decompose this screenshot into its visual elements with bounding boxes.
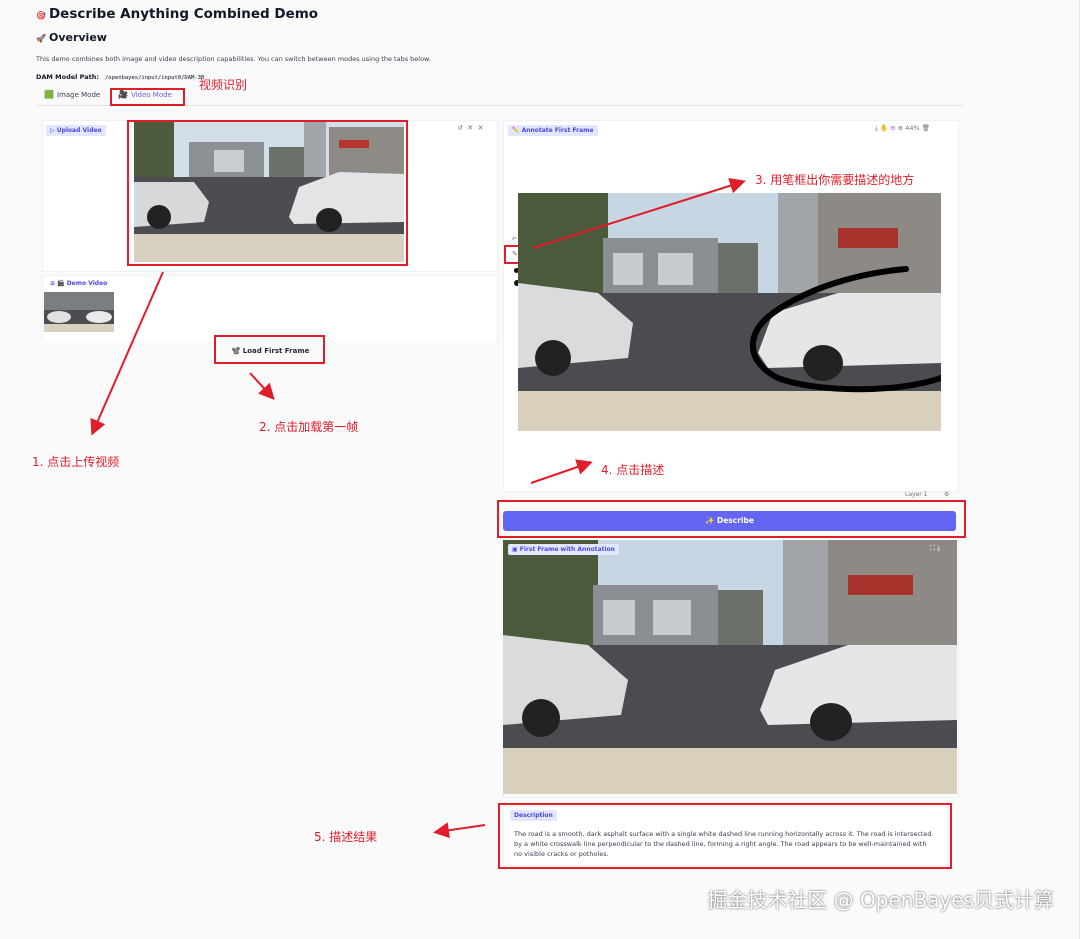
result-image [503, 540, 957, 794]
model-path: DAM Model Path:/openbayes/input/input0/D… [36, 73, 207, 81]
arrow-step2 [249, 372, 275, 400]
annotation-video-recognition: 视频识别 [199, 78, 248, 92]
annotation-step5: 5. 描述结果 [314, 830, 378, 844]
result-tools: ⛶ ⤓ [930, 544, 940, 553]
annotation-canvas[interactable] [518, 193, 941, 431]
layer-settings-icon[interactable]: ⚙ [944, 491, 949, 498]
describe-highlight [497, 500, 966, 538]
zoom-out-icon[interactable]: ⊖ [890, 124, 895, 132]
annotate-toolbar: ⤓ ✋ ⊖ ⊕ 44% 🗑 [875, 124, 930, 133]
demo-video-thumbnail[interactable] [44, 292, 114, 332]
zoom-level: 44% [905, 124, 920, 132]
video-mode-highlight [110, 88, 185, 106]
rocket-icon: 🚀 [36, 34, 46, 43]
upload-highlight [127, 120, 408, 266]
video-panel-tools: ↺ ✕ ✕ [457, 124, 484, 132]
image-icon: 🟩 [44, 90, 54, 99]
arrow-step5 [433, 822, 486, 839]
undo-tool-icon[interactable]: ↶ [512, 236, 517, 243]
close-icon[interactable]: ✕ [467, 124, 473, 132]
watermark: 掘金技术社区 @ OpenBayes贝式计算 [707, 888, 1054, 912]
page-title: 🎯 Describe Anything Combined Demo [36, 6, 319, 22]
annotate-label: ✏️ Annotate First Frame [508, 125, 598, 136]
overview-heading: 🚀 Overview [36, 31, 107, 44]
target-icon: 🎯 [36, 11, 46, 20]
layer-indicator[interactable]: Layer 1 [905, 491, 927, 498]
annotation-step2: 2. 点击加载第一帧 [259, 420, 359, 434]
clear-icon[interactable]: ✕ [478, 124, 484, 132]
pan-icon[interactable]: ✋ [880, 124, 888, 132]
page: 🎯 Describe Anything Combined Demo 🚀 Overvi… [0, 0, 1080, 939]
annotation-step4: 4. 点击描述 [601, 463, 665, 477]
upload-video-label: ▷ Upload Video [46, 125, 106, 136]
load-highlight [214, 335, 325, 364]
tab-image-mode[interactable]: 🟩 Image Mode [44, 90, 100, 99]
pencil-icon: ✏️ [512, 127, 522, 134]
trash-icon[interactable]: 🗑 [922, 124, 930, 132]
demo-video-label: ≡ 🎬 Demo Video [50, 280, 108, 287]
annotation-step1: 1. 点击上传视频 [32, 455, 120, 469]
image-icon: ▣ [512, 546, 520, 553]
result-label: ▣ First Frame with Annotation [508, 544, 619, 555]
intro-text: This demo combines both image and video … [36, 55, 431, 63]
video-icon: ▷ [50, 127, 57, 134]
download-icon[interactable]: ⤓ [875, 124, 878, 132]
annotation-step3: 3. 用笔框出你需要描述的地方 [755, 173, 915, 187]
fullscreen-icon[interactable]: ⛶ [930, 544, 935, 552]
description-highlight [498, 803, 952, 869]
download-icon[interactable]: ⤓ [937, 544, 940, 552]
zoom-in-icon[interactable]: ⊕ [898, 124, 903, 132]
film-icon: ≡ 🎬 [50, 280, 67, 287]
undo-icon[interactable]: ↺ [457, 124, 463, 132]
